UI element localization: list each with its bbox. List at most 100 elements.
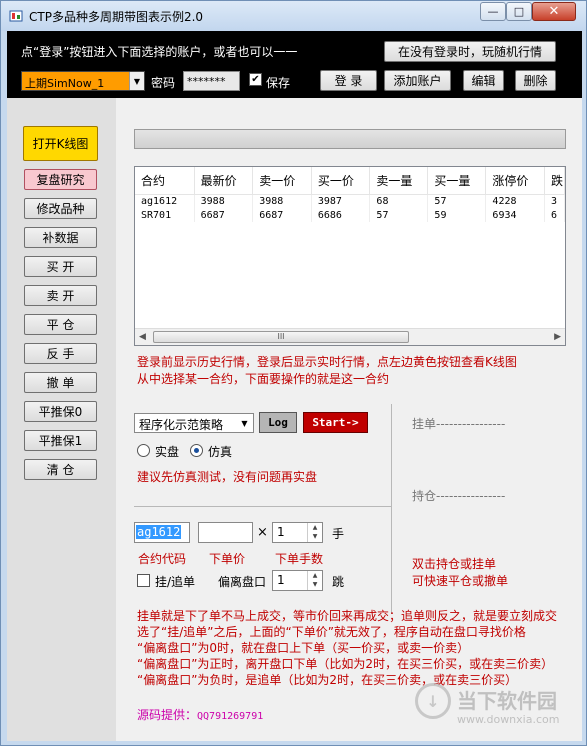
table-cell: 6934 [485,208,546,222]
table-row[interactable]: SR701 6687 6687 6686 57 59 6934 6 [135,208,565,222]
column-header[interactable]: 卖一量 [369,167,429,195]
table-cell: 3988 [252,194,312,208]
column-header[interactable]: 买一量 [427,167,487,195]
client-area: 点“登录”按钮进入下面选择的账户，或者也可以一一 在没有登录时，玩随机行情 上期… [7,31,582,741]
mode-sim-radio[interactable] [190,444,203,457]
order-price-input[interactable] [198,522,253,543]
table-row[interactable]: ag1612 3988 3988 3987 68 57 4228 3 [135,194,565,208]
pending-orders-label: 挂单---------------- [412,417,506,431]
table-cell: 57 [427,194,487,208]
close-button[interactable]: ✕ [532,2,576,21]
source-qq: QQ791269791 [197,711,264,722]
quantity-stepper[interactable]: 1 ▲ ▼ [272,522,323,543]
table-cell: ag1612 [135,194,195,208]
password-field[interactable]: ******* [183,71,240,91]
column-header[interactable]: 合约 [135,167,195,195]
table-cell: 3988 [194,194,254,208]
watermark-brand: 当下软件园 [457,689,557,713]
quick-action-hint: 双击持仓或挂单 可快速平仓或撤单 [412,556,508,590]
login-bar: 点“登录”按钮进入下面选择的账户，或者也可以一一 在没有登录时，玩随机行情 上期… [7,31,582,98]
divider [391,404,392,614]
sidebar-item-modify-product[interactable]: 修改品种 [24,198,97,219]
column-header[interactable]: 涨停价 [485,167,546,195]
offset-unit: 跳 [332,575,345,589]
maximize-button[interactable]: □ [506,2,532,21]
chevron-down-icon: ▼ [129,72,144,90]
save-label: 保存 [266,76,291,90]
chase-order-checkbox[interactable] [137,574,150,587]
spin-arrows-icon[interactable]: ▲ ▼ [307,523,322,542]
contract-code-input[interactable]: ag1612 [134,522,190,543]
delete-account-button[interactable]: 删除 [515,70,556,91]
save-checkbox[interactable]: ✔ [249,73,262,86]
table-cell: 6 [544,208,565,222]
strategy-select[interactable]: 程序化示范策略 ▼ [134,413,254,433]
source-label: 源码提供： [137,708,198,722]
quotes-note-1: 登录前显示历史行情，登录后显示实时行情，点左边黄色按钮查看K线图 [137,355,517,369]
table-cell: 57 [369,208,429,222]
mode-real-radio[interactable] [137,444,150,457]
account-select[interactable]: 上期SimNow_1 ▼ [21,71,145,91]
offset-stepper[interactable]: 1 ▲ ▼ [272,570,323,591]
app-window: CTP多品种多周期带图表示例2.0 — □ ✕ 点“登录”按钮进入下面选择的账户… [0,0,587,746]
mode-sim-label: 仿真 [208,445,233,459]
scroll-right-icon[interactable]: ▶ [554,332,561,342]
sidebar-item-open-kline[interactable]: 打开K线图 [23,126,98,161]
password-label: 密码 [151,76,176,90]
scroll-left-icon[interactable]: ◀ [139,332,146,342]
divider [134,506,391,507]
login-hint: 点“登录”按钮进入下面选择的账户，或者也可以一一 [21,45,298,59]
sidebar-item-cancel-order[interactable]: 撤 单 [24,372,97,393]
log-button[interactable]: Log [259,412,297,433]
offline-random-button[interactable]: 在没有登录时，玩随机行情 [384,41,556,62]
progress-bar [134,129,566,149]
quantity-value: 1 [277,525,285,539]
scroll-thumb[interactable]: III [153,331,409,343]
horizontal-scrollbar[interactable]: ◀ III ▶ [135,328,565,345]
download-logo-icon: ↓ [415,683,451,719]
sidebar-item-clear-all[interactable]: 清 仓 [24,459,97,480]
edit-account-button[interactable]: 编辑 [463,70,504,91]
sidebar-item-fill-data[interactable]: 补数据 [24,227,97,248]
price-caption: 下单价 [209,552,246,566]
start-button[interactable]: Start-> [303,412,368,433]
order-explanation: 挂单就是下了单不马上成交，等市价回来再成交；追单则反之，就是要立刻成交 选了“挂… [137,608,557,688]
minimize-button[interactable]: — [480,2,506,21]
column-header[interactable]: 买一价 [311,167,371,195]
table-cell: 3 [544,194,565,208]
offset-label: 偏离盘口 [218,575,267,589]
sidebar-item-sell-open[interactable]: 卖 开 [24,285,97,306]
sidebar-item-push-breakeven-1[interactable]: 平推保1 [24,430,97,451]
chase-order-label: 挂/追单 [155,575,196,589]
quotes-table[interactable]: 合约 最新价 卖一价 买一价 卖一量 买一量 涨停价 跌 ag1612 3988 [134,166,566,346]
quick-action-hint-line: 双击持仓或挂单 [412,557,497,571]
sidebar-item-reverse[interactable]: 反 手 [24,343,97,364]
offset-value: 1 [277,573,285,587]
login-button[interactable]: 登 录 [320,70,377,91]
table-cell: 3987 [311,194,371,208]
column-header[interactable]: 最新价 [194,167,254,195]
explanation-line: 挂单就是下了单不马上成交，等市价回来再成交；追单则反之，就是要立刻成交 [137,609,558,623]
title-bar: CTP多品种多周期带图表示例2.0 — □ ✕ [1,1,586,31]
sim-advice: 建议先仿真测试，没有问题再实盘 [137,470,318,484]
explanation-line: “偏离盘口”为0时，就在盘口上下单（买一价买，或卖一价卖） [137,641,470,655]
chevron-down-icon: ▼ [241,418,248,428]
sidebar-item-close-position[interactable]: 平 仓 [24,314,97,335]
table-cell: 6687 [194,208,254,222]
spin-arrows-icon[interactable]: ▲ ▼ [307,571,322,590]
explanation-line: “偏离盘口”为正时，离开盘口下单（比如为2时，在买三价买，或在卖三价卖） [137,657,554,671]
account-select-value: 上期SimNow_1 [25,77,105,90]
sidebar-item-replay[interactable]: 复盘研究 [24,169,97,190]
mode-real-label: 实盘 [155,445,180,459]
sidebar-item-buy-open[interactable]: 买 开 [24,256,97,277]
column-header[interactable]: 卖一价 [252,167,312,195]
times-sign: × [257,525,268,540]
table-cell: SR701 [135,208,195,222]
sidebar-item-push-breakeven-0[interactable]: 平推保0 [24,401,97,422]
watermark-url: www.downxia.com [457,713,560,726]
watermark: ↓ 当下软件园 www.downxia.com [415,681,583,741]
code-caption: 合约代码 [138,552,187,566]
add-account-button[interactable]: 添加账户 [384,70,451,91]
column-header[interactable]: 跌 [544,167,565,195]
sidebar: 打开K线图 复盘研究 修改品种 补数据 买 开 卖 开 平 仓 反 手 撤 单 … [7,98,116,741]
